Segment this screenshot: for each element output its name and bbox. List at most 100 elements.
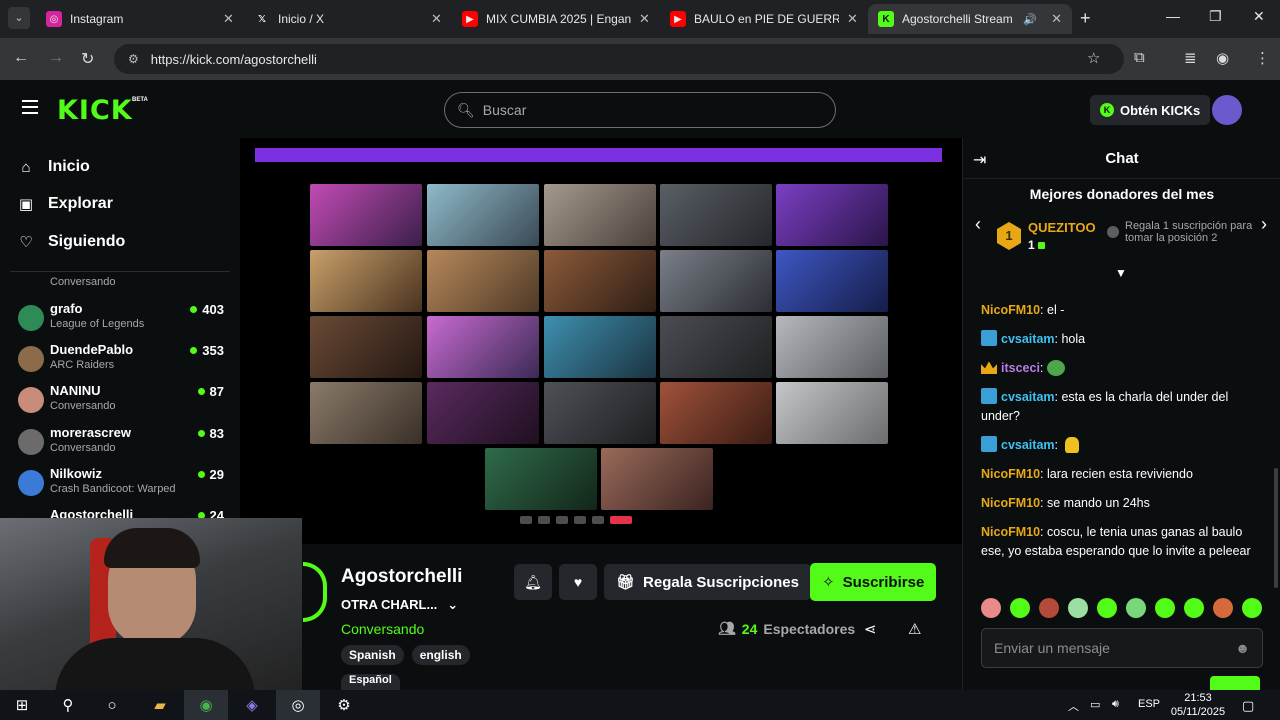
nav-explorar[interactable]: ▣ Explorar <box>18 195 113 213</box>
profile-icon[interactable]: ◉ <box>1216 49 1229 67</box>
chat-text: el - <box>1047 303 1065 317</box>
menu-dots-icon[interactable]: ⋮ <box>1255 49 1270 67</box>
volume-icon[interactable]: 🔊︎ <box>1112 698 1119 711</box>
close-tab-icon[interactable]: ✕ <box>639 11 650 27</box>
emote-icon[interactable] <box>1213 598 1233 618</box>
media-controls-icon[interactable]: ≣ <box>1184 49 1197 67</box>
user-avatar[interactable] <box>1212 95 1242 125</box>
new-tab-icon[interactable]: + <box>1080 8 1091 29</box>
notification-bell-button[interactable]: 🔔︎ <box>514 564 552 600</box>
subscribe-button[interactable]: ✧ Suscribirse <box>810 563 937 601</box>
stream-category[interactable]: Conversando <box>341 621 424 637</box>
hamburger-menu-icon[interactable] <box>22 100 38 118</box>
discord-icon[interactable]: ◈ <box>241 695 263 715</box>
tag[interactable]: Spanish <box>341 645 404 665</box>
bookmark-star-icon[interactable]: ☆ <box>1087 49 1100 67</box>
channel-item-naninu[interactable]: NANINU Conversando 87 <box>18 383 228 423</box>
chat-username[interactable]: itsceci <box>1001 361 1040 375</box>
tab-search-button[interactable]: ⌄ <box>8 7 30 29</box>
url-field[interactable]: ⚙ https://kick.com/agostorchelli <box>114 44 1124 74</box>
channel-avatar-ring[interactable] <box>303 562 327 622</box>
chevron-right-icon[interactable]: › <box>1261 214 1267 235</box>
task-view-icon[interactable]: ○ <box>101 695 123 715</box>
forward-icon[interactable]: → <box>48 49 64 67</box>
emote-icon[interactable] <box>1242 598 1262 618</box>
chat-username[interactable]: cvsaitam <box>1001 332 1055 346</box>
filter-icon[interactable]: ▼ <box>1115 266 1127 280</box>
video-player[interactable] <box>240 138 962 544</box>
youtube-icon: ▶ <box>462 11 478 27</box>
tab-instagram[interactable]: ◎ Instagram ✕ <box>36 4 244 34</box>
top-donor-name[interactable]: QUEZITOO <box>1028 220 1096 235</box>
nav-inicio[interactable]: ⌂ Inicio <box>18 158 89 176</box>
clock[interactable]: 21:53 05/11/2025 <box>1162 691 1234 719</box>
search-placeholder: Buscar <box>482 102 527 118</box>
send-button-edge[interactable] <box>1210 676 1260 690</box>
kick-logo[interactable]: KICK <box>57 95 133 126</box>
chat-username[interactable]: NicoFM10 <box>981 303 1040 317</box>
close-tab-icon[interactable]: ✕ <box>223 11 234 27</box>
close-window-icon[interactable]: ✕ <box>1253 8 1265 25</box>
chat-username[interactable]: cvsaitam <box>1001 390 1055 404</box>
emote-icon[interactable] <box>1039 598 1059 618</box>
call-controls <box>520 516 670 528</box>
tab-youtube-cumbia[interactable]: ▶ MIX CUMBIA 2025 | Enganch ✕ <box>452 4 660 34</box>
channel-item-nilkowiz[interactable]: Nilkowiz Crash Bandicoot: Warped 29 <box>18 466 228 506</box>
emote-icon[interactable] <box>1010 598 1030 618</box>
site-info-icon[interactable]: ⚙ <box>128 52 139 66</box>
chevron-left-icon[interactable]: ‹ <box>975 214 981 235</box>
emote-icon[interactable] <box>1126 598 1146 618</box>
share-icon[interactable]: ⋖ <box>864 620 877 638</box>
body-shape <box>55 638 255 690</box>
extensions-icon[interactable]: ⧉ <box>1134 49 1145 66</box>
speaker-icon[interactable]: 🔊 <box>1023 13 1037 26</box>
channel-item-grafo[interactable]: grafo League of Legends 403 <box>18 301 228 341</box>
tag[interactable]: Español <box>341 674 400 690</box>
emote-icon[interactable] <box>1097 598 1117 618</box>
channel-item-duendepablo[interactable]: DuendePablo ARC Raiders 353 <box>18 342 228 382</box>
chat-username[interactable]: NicoFM10 <box>981 525 1040 539</box>
emote-icon[interactable] <box>1184 598 1204 618</box>
search-icon[interactable]: ⚲ <box>57 695 79 715</box>
channel-name[interactable]: Agostorchelli <box>341 566 462 588</box>
language-indicator[interactable]: ESP <box>1138 698 1160 710</box>
close-tab-icon[interactable]: ✕ <box>847 11 858 27</box>
tab-youtube-baulo[interactable]: ▶ BAULO en PIE DE GUERRA c ✕ <box>660 4 868 34</box>
report-warning-icon[interactable]: ⚠ <box>908 620 921 638</box>
obs-icon[interactable]: ◎ <box>287 695 309 715</box>
windows-start-icon[interactable]: ⊞ <box>11 695 33 715</box>
settings-gear-icon[interactable]: ⚙ <box>333 695 355 715</box>
get-kicks-button[interactable]: K Obtén KICKs <box>1090 95 1211 125</box>
minimize-icon[interactable]: — <box>1166 8 1180 24</box>
channel-item-partial[interactable]: Conversando <box>18 274 228 292</box>
show-hidden-icons[interactable]: ︿ <box>1068 698 1079 714</box>
stream-title[interactable]: OTRA CHARL... ⌄ <box>341 597 458 613</box>
emote-icon[interactable] <box>981 598 1001 618</box>
emote-icon[interactable] <box>1068 598 1088 618</box>
back-icon[interactable]: ← <box>13 49 29 67</box>
file-explorer-icon[interactable]: ▰ <box>149 695 171 715</box>
nav-siguiendo[interactable]: ♡ Siguiendo <box>18 233 125 251</box>
more-control <box>592 516 604 524</box>
network-icon[interactable]: ▭ <box>1090 698 1100 711</box>
chat-username[interactable]: NicoFM10 <box>981 467 1040 481</box>
channel-item-morerascrew[interactable]: morerascrew Conversando 83 <box>18 425 228 465</box>
emote-icon[interactable] <box>1155 598 1175 618</box>
chat-username[interactable]: NicoFM10 <box>981 496 1040 510</box>
tab-x[interactable]: 𝕏 Inicio / X ✕ <box>244 4 452 34</box>
restore-icon[interactable]: ❐ <box>1209 8 1222 25</box>
chat-username[interactable]: cvsaitam <box>1001 438 1055 452</box>
emoji-icon[interactable]: ☻ <box>1235 640 1250 656</box>
chrome-icon[interactable]: ◉ <box>195 695 217 715</box>
reload-icon[interactable]: ↻ <box>81 49 94 69</box>
chat-scrollbar[interactable] <box>1274 468 1278 588</box>
gift-subs-button[interactable]: 🎁︎ Regala Suscripciones <box>604 564 811 600</box>
chat-message-input[interactable]: Enviar un mensaje ☻ <box>981 628 1263 668</box>
tab-kick-active[interactable]: K Agostorchelli Stream - W 🔊 ✕ <box>868 4 1072 34</box>
follow-heart-button[interactable]: ♥ <box>559 564 597 600</box>
search-input[interactable]: 🔍︎ Buscar <box>444 92 836 128</box>
tag[interactable]: english <box>411 645 470 665</box>
close-tab-icon[interactable]: ✕ <box>1051 11 1062 27</box>
close-tab-icon[interactable]: ✕ <box>431 11 442 27</box>
notifications-icon[interactable]: ▢ <box>1242 698 1254 714</box>
